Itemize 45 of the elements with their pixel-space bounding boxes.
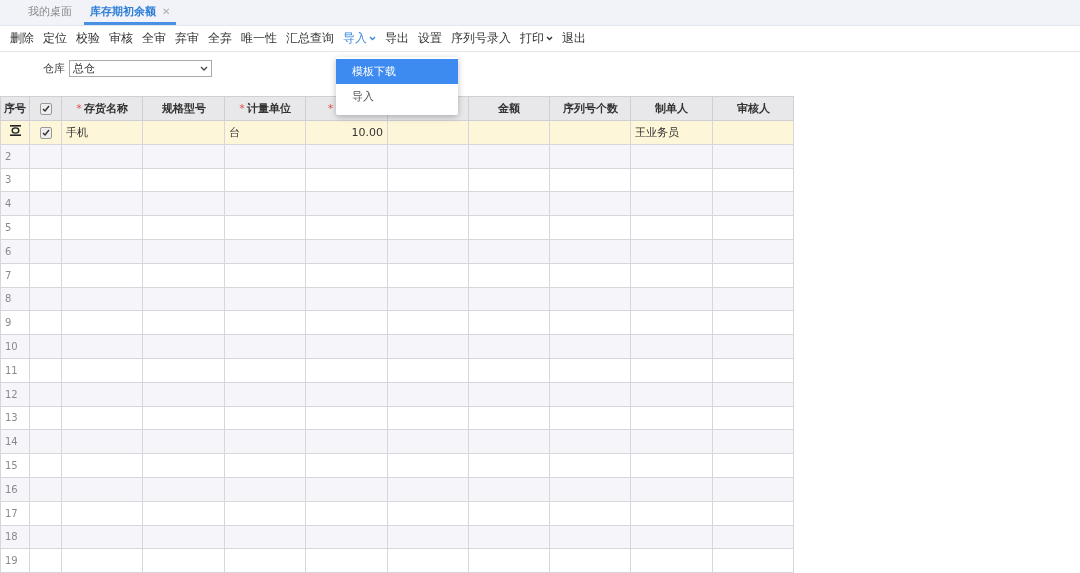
toolbar-button[interactable]: 唯一性 (237, 31, 281, 46)
row-number: 5 (5, 222, 12, 234)
column-header: 金额 (468, 96, 550, 121)
toolbar-button[interactable]: 汇总查询 (282, 31, 338, 46)
toolbar-button[interactable]: 全弃 (204, 31, 236, 46)
row-number: 7 (5, 269, 12, 281)
column-header: * 存货名称 (61, 96, 143, 121)
toolbar-button[interactable]: 定位 (39, 31, 71, 46)
row-number: 15 (5, 460, 18, 472)
row-number: 14 (5, 436, 18, 448)
toolbar-button[interactable]: 删除 (6, 31, 38, 46)
column-header: 序号 (0, 96, 30, 121)
toolbar-button[interactable]: 导出 (381, 31, 413, 46)
toolbar-button[interactable]: 打印 (516, 31, 557, 46)
row-number: 19 (5, 555, 18, 567)
row-number: 8 (5, 293, 12, 305)
toolbar-button[interactable]: 序列号录入 (447, 31, 515, 46)
column-header: 制单人 (630, 96, 713, 121)
row-number: 16 (5, 483, 18, 495)
column-header: 规格型号 (142, 96, 225, 121)
toolbar-button[interactable]: 校验 (72, 31, 104, 46)
toolbar-button[interactable]: 审核 (105, 31, 137, 46)
row-number: 3 (5, 174, 12, 186)
warehouse-select[interactable]: 总仓 (69, 59, 212, 77)
row-number: 17 (5, 507, 18, 519)
row-number: 4 (5, 198, 12, 210)
toolbar-button[interactable]: 导入 (339, 31, 380, 46)
row-number: 9 (5, 317, 12, 329)
column-header: 序列号个数 (549, 96, 631, 121)
row-number: 6 (5, 245, 12, 257)
column-header: 审核人 (712, 96, 794, 121)
warehouse-label: 仓库 (43, 60, 65, 76)
row-number: 2 (5, 150, 12, 162)
row-number: 12 (5, 388, 18, 400)
tab[interactable]: 库存期初余额 ✕ (84, 0, 177, 25)
row-number: 13 (5, 412, 18, 424)
toolbar-button[interactable]: 弃审 (171, 31, 203, 46)
toolbar-button[interactable]: 全审 (138, 31, 170, 46)
column-header: * 计量单位 (224, 96, 306, 121)
toolbar-button[interactable]: 退出 (558, 31, 590, 46)
row-number: 11 (5, 364, 18, 376)
menu-item[interactable]: 导入 (336, 84, 458, 109)
row-number: 18 (5, 531, 18, 543)
row-number: 10 (5, 341, 18, 353)
toolbar-button[interactable]: 设置 (414, 31, 446, 46)
